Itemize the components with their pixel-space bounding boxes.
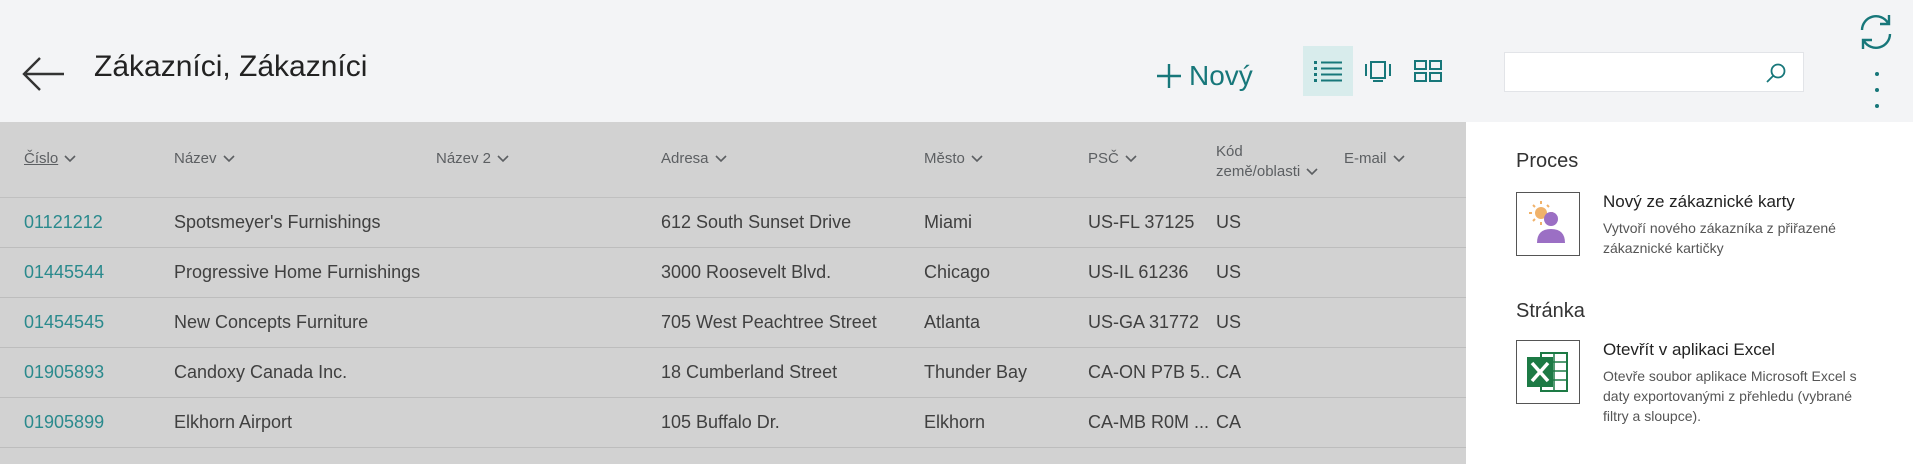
customer-postcode: CA-ON P7B 5...	[1088, 362, 1210, 382]
table-row[interactable]: 01905899 Elkhorn Airport 105 Buffalo Dr.…	[0, 398, 1466, 448]
new-customer-icon	[1516, 192, 1580, 256]
chevron-down-icon	[497, 154, 509, 162]
column-header-nazev-2[interactable]: Název 2	[436, 150, 509, 167]
new-button[interactable]: Nový	[1155, 54, 1253, 98]
new-from-card-title: Nový ze zákaznické karty	[1603, 192, 1795, 211]
chevron-down-icon	[222, 154, 235, 162]
customer-postcode: US-FL 37125	[1088, 212, 1195, 232]
table-row[interactable]: 01121212 Spotsmeyer's Furnishings 612 So…	[0, 198, 1466, 248]
table-row[interactable]: 01905893 Candoxy Canada Inc. 18 Cumberla…	[0, 348, 1466, 398]
customer-city: Chicago	[924, 262, 991, 282]
column-header-kod-zeme[interactable]: Kód země/oblasti	[1216, 142, 1318, 182]
new-from-card-description: Vytvoří nového zákazníka z přiřazené zák…	[1603, 220, 1836, 256]
tile-view-button[interactable]	[1403, 46, 1453, 96]
customer-city: Atlanta	[924, 312, 981, 332]
customer-country: US	[1216, 262, 1242, 282]
column-header-row: Číslo Název Název 2 Adresa Město PSČ Kód…	[0, 122, 1466, 198]
customer-country: US	[1216, 212, 1242, 232]
card-view-button[interactable]	[1353, 46, 1403, 96]
more-options-button[interactable]	[1862, 68, 1892, 112]
customer-address: 612 South Sunset Drive	[661, 212, 852, 232]
chevron-down-icon	[1125, 154, 1137, 162]
customer-address: 3000 Roosevelt Blvd.	[661, 262, 832, 282]
search-input[interactable]	[1504, 52, 1804, 92]
more-options-panel: Proces Nový ze zákaznické karty Vytvoří …	[1466, 122, 1913, 464]
chevron-down-icon	[64, 154, 76, 162]
back-button[interactable]	[20, 52, 70, 96]
customer-address: 18 Cumberland Street	[661, 362, 838, 382]
refresh-icon	[1860, 15, 1892, 49]
column-header-mesto[interactable]: Město	[924, 150, 983, 167]
customer-postcode: US-GA 31772	[1088, 312, 1200, 332]
customer-number-link[interactable]: 01445544	[24, 262, 104, 283]
table-row[interactable]: 01454545 New Concepts Furniture 705 West…	[0, 298, 1466, 348]
customer-city: Miami	[924, 212, 972, 232]
plus-icon	[1157, 64, 1181, 88]
customer-city: Thunder Bay	[924, 362, 1028, 382]
new-from-card-action[interactable]: Nový ze zákaznické karty Vytvoří nového …	[1516, 192, 1896, 272]
column-header-email[interactable]: E-mail	[1344, 150, 1405, 167]
customer-number-link[interactable]: 01454545	[24, 312, 104, 333]
back-arrow-icon	[22, 57, 64, 91]
customer-name: Spotsmeyer's Furnishings	[174, 212, 381, 232]
top-bar: Zákazníci, Zákazníci Nový	[0, 0, 1913, 122]
excel-icon	[1516, 340, 1580, 404]
more-icon	[1875, 72, 1879, 76]
card-view-icon	[1365, 61, 1391, 82]
open-in-excel-title: Otevřít v aplikaci Excel	[1603, 340, 1775, 359]
customer-city: Elkhorn	[924, 412, 986, 432]
customer-name: New Concepts Furniture	[174, 312, 369, 332]
customer-name: Progressive Home Furnishings	[174, 262, 421, 282]
open-in-excel-description: Otevře soubor aplikace Microsoft Excel s…	[1603, 368, 1857, 424]
column-header-adresa[interactable]: Adresa	[661, 150, 727, 167]
customer-country: CA	[1216, 362, 1242, 382]
customer-address: 105 Buffalo Dr.	[661, 412, 780, 432]
customer-number-link[interactable]: 01121212	[24, 212, 103, 233]
customer-list: Číslo Název Název 2 Adresa Město PSČ Kód…	[0, 122, 1466, 464]
tile-view-icon	[1414, 60, 1442, 82]
chevron-down-icon	[714, 154, 727, 162]
column-header-cislo[interactable]: Číslo	[24, 150, 76, 167]
customer-country: CA	[1216, 412, 1242, 432]
chevron-down-icon	[1392, 154, 1405, 162]
chevron-down-icon	[1306, 168, 1318, 176]
search-icon[interactable]	[1765, 62, 1787, 84]
customer-postcode: CA-MB R0M ...	[1088, 412, 1210, 432]
chevron-down-icon	[971, 154, 983, 162]
new-button-label: Nový	[1189, 60, 1253, 91]
customer-address: 705 West Peachtree Street	[661, 312, 877, 332]
customer-postcode: US-IL 61236	[1088, 262, 1189, 282]
customer-number-link[interactable]: 01905893	[24, 362, 104, 383]
customer-number-link[interactable]: 01905899	[24, 412, 104, 433]
list-view-icon	[1314, 61, 1342, 82]
page-title: Zákazníci, Zákazníci	[94, 50, 368, 83]
customer-name: Candoxy Canada Inc.	[174, 362, 348, 382]
open-in-excel-action[interactable]: Otevřít v aplikaci Excel Otevře soubor a…	[1516, 340, 1896, 440]
section-heading-process: Proces	[1516, 150, 1579, 172]
column-header-nazev[interactable]: Název	[174, 150, 235, 167]
customer-name: Elkhorn Airport	[174, 412, 293, 432]
section-heading-page: Stránka	[1516, 300, 1585, 322]
refresh-button[interactable]	[1856, 12, 1896, 52]
customer-country: US	[1216, 312, 1242, 332]
column-header-psc[interactable]: PSČ	[1088, 150, 1137, 167]
list-view-button[interactable]	[1303, 46, 1353, 96]
table-row[interactable]: 01445544 Progressive Home Furnishings 30…	[0, 248, 1466, 298]
